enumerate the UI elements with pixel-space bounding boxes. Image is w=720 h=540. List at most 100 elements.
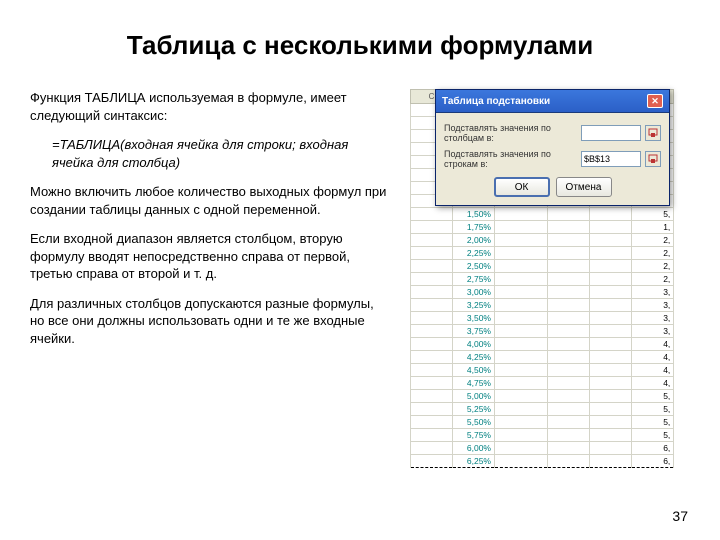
dialog-buttons: ОК Отмена — [444, 177, 661, 197]
cell-empty[interactable] — [495, 416, 548, 429]
dialog-row-rows: Подставлять значения по строкам в: — [444, 149, 661, 169]
table-row: 6,00% 6, — [411, 442, 674, 455]
cell-empty[interactable] — [495, 325, 548, 338]
cell-right[interactable]: 1, — [632, 221, 674, 234]
cell-empty[interactable] — [495, 247, 548, 260]
paragraph-2: Можно включить любое количество выходных… — [30, 183, 390, 218]
label-rows: Подставлять значения по строкам в: — [444, 149, 577, 169]
cell-pct[interactable]: 2,00% — [453, 234, 495, 247]
table-row: 4,25% 4, — [411, 351, 674, 364]
cell-empty[interactable] — [495, 429, 548, 442]
table-row: 1,50% 5, — [411, 208, 674, 221]
table-row: 2,50% 2, — [411, 260, 674, 273]
cell-right[interactable]: 2, — [632, 234, 674, 247]
cell-empty[interactable] — [495, 260, 548, 273]
input-rows[interactable] — [581, 151, 641, 167]
range-picker-icon[interactable] — [645, 151, 661, 167]
cell-pct[interactable]: 3,25% — [453, 299, 495, 312]
table-row: 3,50% 3, — [411, 312, 674, 325]
cell-pct[interactable]: 5,25% — [453, 403, 495, 416]
formula-prefix: =ТАБЛИЦА( — [52, 137, 124, 152]
cell-pct[interactable]: 1,50% — [453, 208, 495, 221]
slide-title: Таблица с несколькими формулами — [30, 30, 690, 61]
input-columns[interactable] — [581, 125, 641, 141]
cell-empty[interactable] — [495, 390, 548, 403]
range-picker-icon[interactable] — [645, 125, 661, 141]
cancel-button[interactable]: Отмена — [556, 177, 612, 197]
cell-pct[interactable]: 2,75% — [453, 273, 495, 286]
cell-right[interactable]: 2, — [632, 247, 674, 260]
table-row: 2,75% 2, — [411, 273, 674, 286]
cell-pct[interactable]: 3,50% — [453, 312, 495, 325]
cell-empty[interactable] — [495, 403, 548, 416]
cell-right[interactable]: 3, — [632, 286, 674, 299]
cell-right[interactable]: 2, — [632, 273, 674, 286]
table-row: 2,25% 2, — [411, 247, 674, 260]
cell-right[interactable]: 5, — [632, 403, 674, 416]
formula-line: =ТАБЛИЦА(входная ячейка для строки; вход… — [30, 136, 390, 171]
cell-empty[interactable] — [495, 455, 548, 468]
cell-right[interactable]: 3, — [632, 325, 674, 338]
dialog-titlebar[interactable]: Таблица подстановки ✕ — [436, 90, 669, 113]
cell-empty[interactable] — [495, 442, 548, 455]
table-row: 4,50% 4, — [411, 364, 674, 377]
cell-pct[interactable]: 3,00% — [453, 286, 495, 299]
table-row: 1,75% 1, — [411, 221, 674, 234]
cell-empty[interactable] — [495, 208, 548, 221]
cell-right[interactable]: 5, — [632, 416, 674, 429]
cell-pct[interactable]: 4,75% — [453, 377, 495, 390]
spreadsheet-column: C D E F G H Ставка Платеж — [410, 89, 690, 468]
cell-right[interactable]: 4, — [632, 351, 674, 364]
paragraph-1: Функция ТАБЛИЦА используемая в формуле, … — [30, 89, 390, 124]
table-row: 6,25% 6, — [411, 455, 674, 468]
cell-right[interactable]: 4, — [632, 338, 674, 351]
content-row: Функция ТАБЛИЦА используемая в формуле, … — [30, 89, 690, 468]
ok-button[interactable]: ОК — [494, 177, 550, 197]
table-row: 5,75% 5, — [411, 429, 674, 442]
cell-right[interactable]: 3, — [632, 299, 674, 312]
table-row: 2,00% 2, — [411, 234, 674, 247]
dialog-title-text: Таблица подстановки — [442, 96, 550, 107]
cell-right[interactable]: 2, — [632, 260, 674, 273]
cell-empty[interactable] — [495, 351, 548, 364]
cell-pct[interactable]: 4,50% — [453, 364, 495, 377]
table-row: 5,00% 5, — [411, 390, 674, 403]
cell-empty[interactable] — [495, 312, 548, 325]
cell-right[interactable]: 5, — [632, 390, 674, 403]
cell-right[interactable]: 4, — [632, 364, 674, 377]
cell-pct[interactable]: 5,00% — [453, 390, 495, 403]
cell-empty[interactable] — [495, 299, 548, 312]
cell-pct[interactable]: 3,75% — [453, 325, 495, 338]
cell-empty[interactable] — [495, 286, 548, 299]
cell-pct[interactable]: 4,00% — [453, 338, 495, 351]
cell-empty[interactable] — [495, 377, 548, 390]
cell-pct[interactable]: 6,25% — [453, 455, 495, 468]
cell-pct[interactable]: 1,75% — [453, 221, 495, 234]
cell-pct[interactable]: 5,50% — [453, 416, 495, 429]
table-row: 4,75% 4, — [411, 377, 674, 390]
table-row: 5,50% 5, — [411, 416, 674, 429]
cell-right[interactable]: 3, — [632, 312, 674, 325]
paragraph-3: Если входной диапазон является столбцом,… — [30, 230, 390, 283]
cell-pct[interactable]: 2,50% — [453, 260, 495, 273]
cell-right[interactable]: 5, — [632, 208, 674, 221]
close-icon[interactable]: ✕ — [647, 94, 663, 108]
text-column: Функция ТАБЛИЦА используемая в формуле, … — [30, 89, 390, 468]
cell-empty[interactable] — [495, 234, 548, 247]
cell-right[interactable]: 6, — [632, 455, 674, 468]
cell-empty[interactable] — [495, 364, 548, 377]
cell-pct[interactable]: 6,00% — [453, 442, 495, 455]
table-row: 5,25% 5, — [411, 403, 674, 416]
cell-pct[interactable]: 2,25% — [453, 247, 495, 260]
cell-empty[interactable] — [495, 338, 548, 351]
cell-right[interactable]: 4, — [632, 377, 674, 390]
table-row: 3,25% 3, — [411, 299, 674, 312]
paragraph-4: Для различных столбцов допускаются разны… — [30, 295, 390, 348]
cell-right[interactable]: 5, — [632, 429, 674, 442]
cell-right[interactable]: 6, — [632, 442, 674, 455]
cell-empty[interactable] — [495, 273, 548, 286]
cell-pct[interactable]: 4,25% — [453, 351, 495, 364]
cell-empty[interactable] — [495, 221, 548, 234]
cell-pct[interactable]: 5,75% — [453, 429, 495, 442]
table-row: 3,75% 3, — [411, 325, 674, 338]
